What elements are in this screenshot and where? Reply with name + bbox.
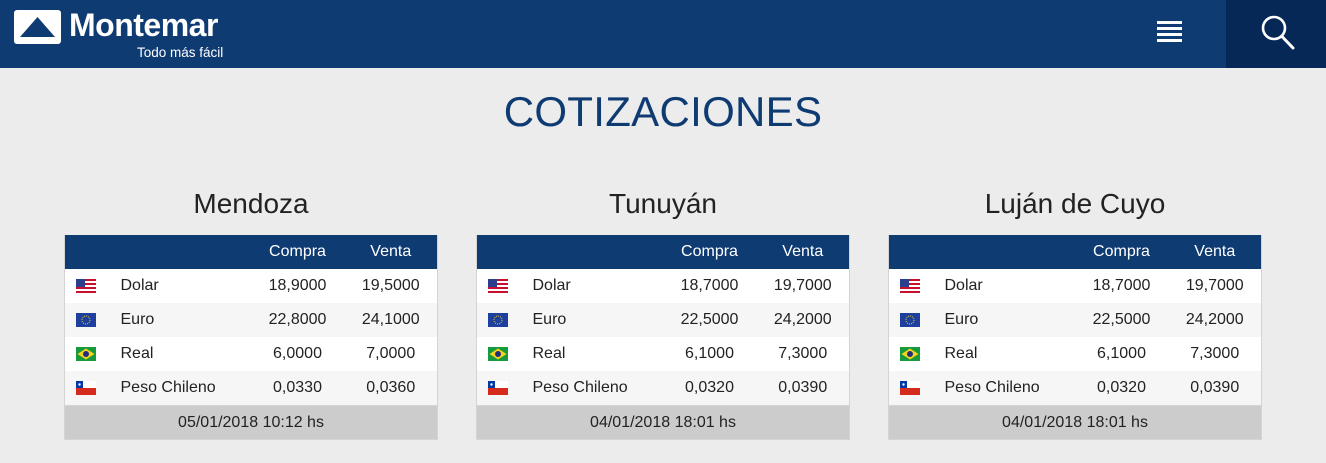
sell-rate: 7,3000 [1190,345,1240,362]
rates-table-header: Compra Venta [888,235,1262,269]
hamburger-menu-icon [1157,21,1182,42]
site-logo[interactable]: Montemar Todo más fácil [14,7,244,62]
column-header-compra: Compra [269,243,326,260]
eu-flag-icon [488,313,508,327]
branch-rates-2: Luján de Cuyo Compra Venta Dolar 18,7000… [888,184,1262,440]
rates-table-header: Compra Venta [476,235,850,269]
currency-name: Dolar [120,277,159,294]
chile-flag-icon [488,380,508,395]
brazil-flag-icon [900,347,920,361]
rate-row: Dolar 18,9000 19,5000 [64,269,438,303]
currency-name: Peso Chileno [532,378,628,396]
branch-title: Mendoza [193,188,309,219]
buy-rate: 6,0000 [273,345,322,362]
logo-mark-icon [14,10,61,44]
buy-rate: 22,8000 [268,311,327,328]
rate-row: Euro 22,8000 24,1000 [64,303,438,337]
usa-flag-icon [900,279,920,293]
sell-rate: 0,0360 [366,378,416,396]
rates-table-header: Compra Venta [64,235,438,269]
usa-flag-icon [488,279,508,293]
branch-title: Tunuyán [609,188,717,219]
sell-rate: 24,2000 [773,311,832,328]
chile-flag-icon [900,380,920,395]
column-header-compra: Compra [681,243,738,260]
rate-row: Dolar 18,7000 19,7000 [888,269,1262,303]
chile-flag-icon [76,380,96,395]
rate-row: Real 6,0000 7,0000 [64,337,438,371]
currency-name: Peso Chileno [944,378,1040,396]
buy-rate: 18,7000 [680,277,739,294]
rates-table: Compra Venta Dolar 18,7000 19,7000 Euro … [476,235,850,406]
rate-row: Peso Chileno 0,0320 0,0390 [476,371,850,405]
column-header-venta: Venta [1194,243,1236,260]
page-title: COTIZACIONES [503,88,823,135]
last-updated-timestamp: 05/01/2018 10:12 hs [64,405,438,440]
sell-rate: 19,5000 [361,277,420,294]
currency-name: Euro [120,311,155,328]
search-icon [1261,15,1295,50]
currency-name: Euro [944,311,979,328]
branch-rates-0: Mendoza Compra Venta Dolar 18,9000 19,50… [64,184,438,440]
sell-rate: 24,2000 [1185,311,1244,328]
currency-name: Dolar [532,277,571,294]
eu-flag-icon [900,313,920,327]
currency-name: Peso Chileno [120,378,216,396]
sell-rate: 7,0000 [366,345,416,362]
buy-rate: 18,7000 [1092,277,1151,294]
buy-rate: 6,1000 [1097,345,1146,362]
menu-button[interactable] [1145,14,1193,52]
buy-rate: 22,5000 [680,311,739,328]
sell-rate: 24,1000 [361,311,420,328]
usa-flag-icon [76,279,96,293]
branch-rates-1: Tunuyán Compra Venta Dolar 18,7000 19,70… [476,184,850,440]
buy-rate: 0,0320 [685,378,734,396]
sell-rate: 19,7000 [773,277,832,294]
eu-flag-icon [76,313,96,327]
rate-row: Dolar 18,7000 19,7000 [476,269,850,303]
buy-rate: 0,0330 [273,378,322,396]
rate-row: Real 6,1000 7,3000 [888,337,1262,371]
currency-name: Real [532,345,566,362]
rate-row: Euro 22,5000 24,2000 [476,303,850,337]
currency-name: Real [120,345,154,362]
rate-row: Peso Chileno 0,0330 0,0360 [64,371,438,405]
buy-rate: 18,9000 [268,277,327,294]
currency-name: Dolar [944,277,983,294]
buy-rate: 22,5000 [1092,311,1151,328]
sell-rate: 0,0390 [778,378,828,396]
rate-row: Peso Chileno 0,0320 0,0390 [888,371,1262,405]
column-header-venta: Venta [370,243,412,260]
sell-rate: 7,3000 [778,345,828,362]
logo-tagline: Todo más fácil [137,45,224,60]
site-header: Montemar Todo más fácil [0,0,1326,68]
search-button[interactable] [1226,0,1326,68]
last-updated-timestamp: 04/01/2018 18:01 hs [888,405,1262,440]
rate-row: Real 6,1000 7,3000 [476,337,850,371]
last-updated-timestamp: 04/01/2018 18:01 hs [476,405,850,440]
rates-table: Compra Venta Dolar 18,9000 19,5000 Euro … [64,235,438,406]
brazil-flag-icon [76,347,96,361]
sell-rate: 19,7000 [1185,277,1244,294]
rates-table: Compra Venta Dolar 18,7000 19,7000 Euro … [888,235,1262,406]
currency-name: Real [944,345,978,362]
branch-title: Luján de Cuyo [984,188,1166,219]
rate-row: Euro 22,5000 24,2000 [888,303,1262,337]
sell-rate: 0,0390 [1190,378,1240,396]
column-header-venta: Venta [782,243,824,260]
column-header-compra: Compra [1093,243,1150,260]
logo-text: Montemar [69,7,218,43]
buy-rate: 6,1000 [685,345,734,362]
buy-rate: 0,0320 [1097,378,1146,396]
brazil-flag-icon [488,347,508,361]
currency-name: Euro [532,311,567,328]
